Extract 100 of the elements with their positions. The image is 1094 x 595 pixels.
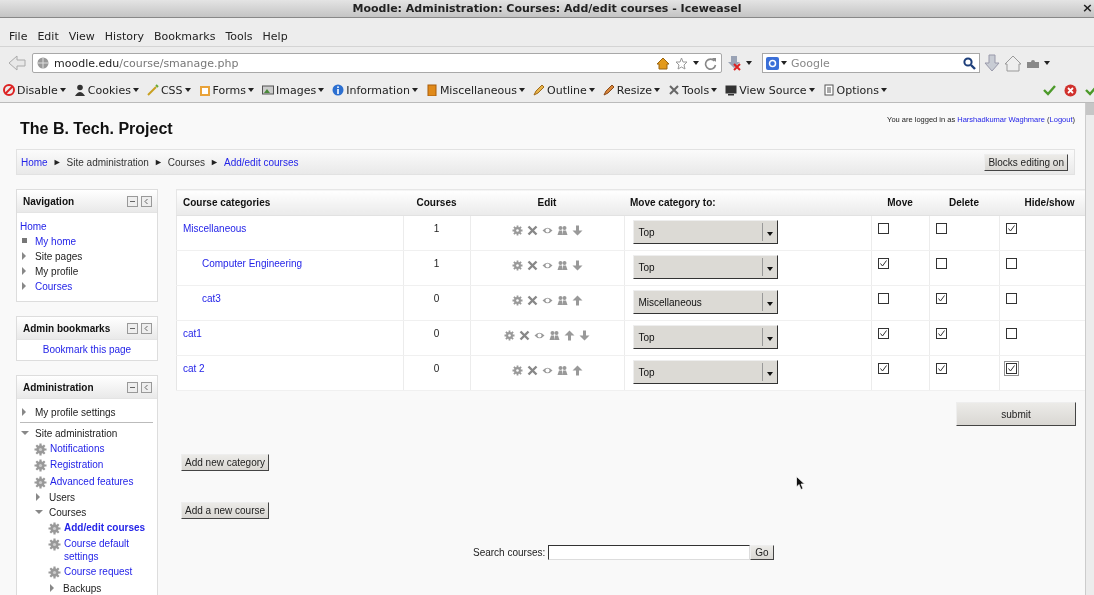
- reload-icon[interactable]: [704, 56, 717, 70]
- checkbox[interactable]: [1003, 291, 1019, 306]
- eye-icon[interactable]: [534, 330, 545, 341]
- scrollbar[interactable]: [1085, 103, 1094, 595]
- caret-icon[interactable]: [746, 61, 752, 65]
- nav-item[interactable]: Registration: [50, 458, 104, 472]
- checkbox[interactable]: [933, 221, 949, 236]
- toolbar-menu[interactable]: Cookies: [73, 83, 139, 97]
- toolbar-menu[interactable]: Images: [262, 83, 325, 97]
- delete-icon[interactable]: [526, 225, 538, 236]
- category-dropdown[interactable]: Top: [632, 360, 778, 384]
- collapse-icon[interactable]: [127, 195, 138, 207]
- eye-icon[interactable]: [541, 225, 553, 236]
- eye-icon[interactable]: [541, 295, 553, 306]
- checkbox[interactable]: [1003, 221, 1019, 236]
- nav-item[interactable]: Add/edit courses: [64, 521, 146, 535]
- search-engine-button[interactable]: [766, 56, 787, 70]
- category-link[interactable]: Computer Engineering: [202, 258, 303, 269]
- address-field[interactable]: moodle.edu/course/smanage.php: [32, 53, 722, 73]
- collapse-icon[interactable]: [127, 322, 138, 334]
- nav-item[interactable]: Home: [20, 219, 47, 233]
- dock-icon[interactable]: [141, 381, 152, 393]
- close-button[interactable]: ×: [1081, 1, 1094, 15]
- toolbar-menu[interactable]: View Source: [725, 83, 815, 97]
- checkmark-icon[interactable]: [1043, 84, 1056, 96]
- category-link[interactable]: cat 2: [183, 363, 205, 374]
- toolbar-menu[interactable]: Resize: [602, 83, 661, 97]
- nav-item[interactable]: My profile settings: [35, 405, 116, 419]
- toolbar-menu[interactable]: Tools: [668, 83, 718, 97]
- checkbox[interactable]: [933, 256, 949, 271]
- category-dropdown[interactable]: Top: [632, 325, 778, 349]
- delete-icon[interactable]: [526, 260, 538, 271]
- nav-item[interactable]: Advanced features: [50, 474, 134, 488]
- nav-item[interactable]: Course request: [64, 565, 133, 579]
- users-icon[interactable]: [556, 295, 568, 306]
- submit-button[interactable]: submit: [956, 402, 1076, 426]
- toolbar-menu[interactable]: Miscellaneous: [425, 83, 525, 97]
- home-icon[interactable]: [656, 56, 670, 70]
- gear-icon[interactable]: [511, 260, 523, 271]
- download-blocked-icon[interactable]: [726, 55, 742, 71]
- category-link[interactable]: cat1: [183, 328, 202, 339]
- bookmark-link[interactable]: Bookmark this page: [42, 344, 132, 356]
- search-field[interactable]: [548, 545, 751, 560]
- menu-item[interactable]: Tools: [225, 29, 253, 43]
- menu-item[interactable]: Edit: [37, 29, 59, 43]
- category-link[interactable]: cat3: [202, 293, 221, 304]
- caret-icon[interactable]: [693, 61, 699, 65]
- download-icon[interactable]: [984, 54, 1000, 72]
- toolbar-menu[interactable]: Disable: [3, 83, 66, 97]
- star-icon[interactable]: [675, 56, 688, 70]
- checkbox[interactable]: [933, 326, 949, 341]
- checkbox[interactable]: [1003, 326, 1019, 341]
- users-icon[interactable]: [549, 330, 560, 341]
- caret-icon[interactable]: [781, 61, 787, 65]
- delete-icon[interactable]: [526, 365, 538, 376]
- nav-item[interactable]: Site pages: [35, 249, 83, 263]
- eye-icon[interactable]: [541, 365, 553, 376]
- nav-item[interactable]: Notifications: [50, 442, 105, 456]
- toolbar-menu[interactable]: Information: [332, 83, 418, 97]
- caret-icon[interactable]: [1044, 61, 1050, 65]
- gear-icon[interactable]: [504, 330, 515, 341]
- category-dropdown[interactable]: Top: [632, 255, 778, 279]
- toolbar-menu[interactable]: Outline: [533, 83, 595, 97]
- nav-item[interactable]: My home: [35, 234, 77, 248]
- down-arrow-icon[interactable]: [579, 330, 590, 341]
- nav-item[interactable]: My profile: [35, 265, 79, 279]
- collapse-icon[interactable]: [127, 381, 138, 393]
- category-dropdown[interactable]: Top: [632, 220, 778, 244]
- search-input[interactable]: Google: [791, 56, 959, 70]
- users-icon[interactable]: [556, 365, 568, 376]
- checkbox[interactable]: [875, 326, 891, 341]
- dock-icon[interactable]: [141, 322, 152, 334]
- nav-item[interactable]: Courses: [49, 505, 87, 519]
- gear-icon[interactable]: [511, 295, 523, 306]
- nav-item[interactable]: Users: [49, 490, 76, 504]
- gear-icon[interactable]: [511, 225, 523, 236]
- delete-icon[interactable]: [526, 295, 538, 306]
- dock-icon[interactable]: [141, 195, 152, 207]
- checkbox[interactable]: [875, 256, 891, 271]
- menu-item[interactable]: History: [104, 29, 144, 43]
- gear-icon[interactable]: [511, 365, 523, 376]
- toolbar-menu[interactable]: Forms: [198, 83, 254, 97]
- up-arrow-icon[interactable]: [571, 295, 583, 306]
- blocks-editing-button[interactable]: Blocks editing on: [984, 153, 1068, 171]
- checkbox[interactable]: [875, 291, 891, 306]
- down-arrow-icon[interactable]: [571, 225, 583, 236]
- category-dropdown[interactable]: Miscellaneous: [632, 290, 778, 314]
- nav-item[interactable]: Courses: [35, 280, 73, 294]
- eye-icon[interactable]: [541, 260, 553, 271]
- checkbox[interactable]: [933, 361, 949, 376]
- checkbox[interactable]: [933, 291, 949, 306]
- nav-item[interactable]: Backups: [63, 581, 102, 595]
- go-button[interactable]: Go: [750, 545, 774, 560]
- users-icon[interactable]: [556, 225, 568, 236]
- nav-item[interactable]: Site administration: [35, 426, 118, 440]
- menu-item[interactable]: File: [9, 29, 28, 43]
- error-icon[interactable]: [1064, 83, 1077, 97]
- up-arrow-icon[interactable]: [571, 365, 583, 376]
- add-category-button[interactable]: Add new category: [181, 454, 270, 471]
- breadcrumb-link[interactable]: Add/edit courses: [223, 156, 299, 168]
